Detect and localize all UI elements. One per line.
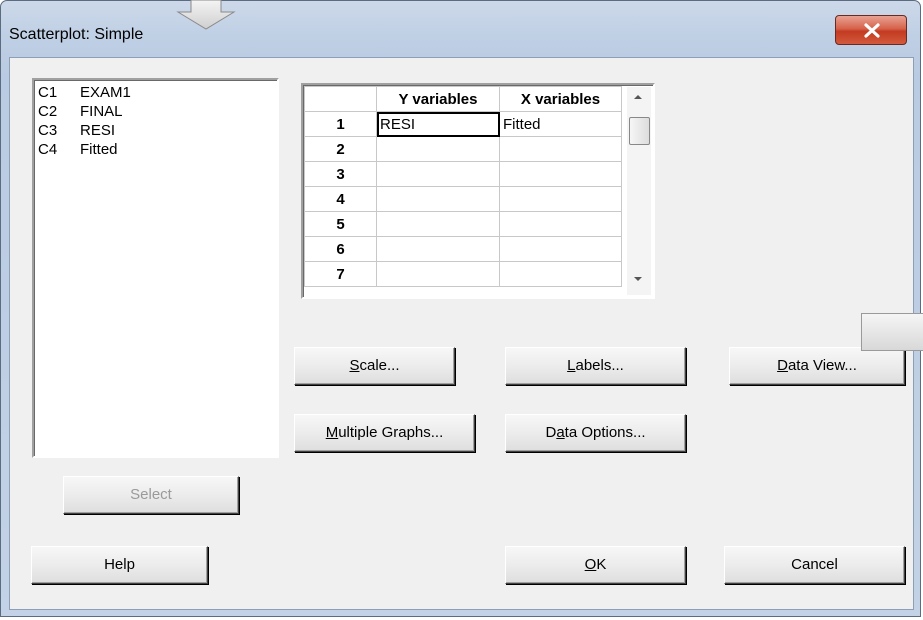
row-number: 5 [304, 211, 377, 237]
table-row: 4 [304, 186, 622, 212]
y-variable-cell[interactable] [376, 161, 500, 187]
corner-cell [304, 86, 377, 112]
x-variable-cell[interactable] [499, 136, 622, 162]
window-title: Scatterplot: Simple [9, 26, 144, 43]
column-name: EXAM1 [80, 84, 131, 101]
row-number: 7 [304, 261, 377, 287]
y-variable-cell[interactable]: RESI [376, 111, 500, 137]
variables-grid: Y variables X variables 1 RESI Fitted 2 … [301, 83, 655, 299]
x-variable-cell[interactable] [499, 236, 622, 262]
list-item[interactable]: C3 RESI [38, 121, 273, 140]
button-label-post: ata View... [787, 357, 857, 374]
list-item[interactable]: C4 Fitted [38, 140, 273, 159]
y-variable-cell[interactable] [376, 236, 500, 262]
y-variable-cell[interactable] [376, 261, 500, 287]
column-id: C1 [38, 84, 58, 101]
dialog-window: Scatterplot: Simple C1 EXAM1 C2 FINAL C3… [0, 0, 921, 617]
grid-vertical-scrollbar[interactable] [627, 87, 651, 295]
button-accelerator: S [349, 357, 360, 374]
button-label-post: ta Options... [564, 424, 646, 441]
title-bar[interactable]: Scatterplot: Simple [1, 1, 920, 57]
table-row: 2 [304, 136, 622, 162]
button-label-pre: D [545, 424, 557, 441]
x-variable-cell[interactable] [499, 161, 622, 187]
button-label-post: K [596, 556, 607, 573]
data-options-button[interactable]: Data Options... [505, 414, 686, 452]
y-variable-cell[interactable] [376, 211, 500, 237]
row-number: 4 [304, 186, 377, 212]
button-accelerator: a [556, 424, 565, 441]
scrollbar-thumb[interactable] [629, 117, 650, 145]
table-row: 1 RESI Fitted [304, 111, 622, 137]
variable-list[interactable]: C1 EXAM1 C2 FINAL C3 RESI C4 Fitted [32, 78, 279, 458]
cancel-button[interactable]: Cancel [724, 546, 905, 584]
x-variable-cell[interactable] [499, 261, 622, 287]
table-row: 7 [304, 261, 622, 287]
button-label-post: cale... [359, 357, 400, 374]
column-id: C2 [38, 103, 58, 120]
help-button[interactable]: Help [31, 546, 208, 584]
column-name: RESI [80, 122, 116, 139]
button-accelerator: O [584, 556, 597, 573]
column-name: FINAL [80, 103, 123, 120]
callout-marker [861, 313, 923, 351]
button-label-post: ultiple Graphs... [338, 424, 444, 441]
column-name: Fitted [80, 141, 118, 158]
x-variable-cell[interactable] [499, 186, 622, 212]
select-button[interactable]: Select [63, 476, 239, 514]
table-header-row: Y variables X variables [304, 86, 622, 112]
close-button[interactable] [835, 15, 907, 45]
button-accelerator: D [777, 357, 788, 374]
y-variables-header: Y variables [376, 86, 500, 112]
y-variable-cell[interactable] [376, 136, 500, 162]
button-accelerator: M [325, 424, 339, 441]
scroll-up-arrow-icon[interactable] [632, 93, 644, 101]
x-variable-cell[interactable]: Fitted [499, 111, 622, 137]
row-number: 1 [304, 111, 377, 137]
button-label-post: abels... [575, 357, 624, 374]
column-id: C3 [38, 122, 58, 139]
callout-arrow-icon [176, 0, 236, 30]
scale-button[interactable]: Scale... [294, 347, 455, 385]
row-number: 6 [304, 236, 377, 262]
row-number: 2 [304, 136, 377, 162]
list-item[interactable]: C2 FINAL [38, 102, 273, 121]
x-variable-cell[interactable] [499, 211, 622, 237]
row-number: 3 [304, 161, 377, 187]
table-row: 5 [304, 211, 622, 237]
multiple-graphs-button[interactable]: Multiple Graphs... [294, 414, 475, 452]
dialog-client-area: C1 EXAM1 C2 FINAL C3 RESI C4 Fitted Y va… [9, 57, 914, 610]
table-row: 6 [304, 236, 622, 262]
y-variable-cell[interactable] [376, 186, 500, 212]
list-item[interactable]: C1 EXAM1 [38, 83, 273, 102]
ok-button[interactable]: OK [505, 546, 686, 584]
scroll-down-arrow-icon[interactable] [632, 275, 644, 283]
table-row: 3 [304, 161, 622, 187]
x-variables-header: X variables [499, 86, 622, 112]
labels-button[interactable]: Labels... [505, 347, 686, 385]
data-view-button[interactable]: Data View... [729, 347, 905, 385]
column-id: C4 [38, 141, 58, 158]
close-icon [864, 23, 880, 38]
variables-table: Y variables X variables 1 RESI Fitted 2 … [304, 86, 622, 287]
